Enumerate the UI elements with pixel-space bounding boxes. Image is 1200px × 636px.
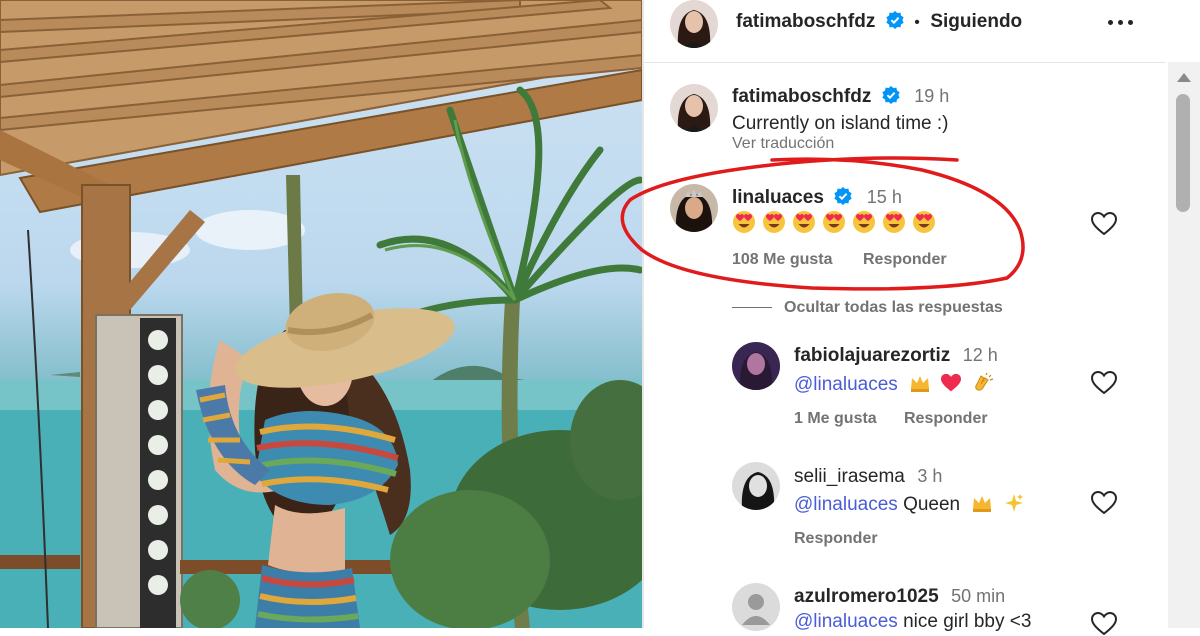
heart-eyes-emoji-icon	[733, 211, 755, 233]
reply-text: @linaluaces	[794, 372, 994, 396]
reply-text: @linaluaces nice girl bby <3	[794, 611, 1031, 633]
mention-link[interactable]: @linaluaces	[794, 374, 898, 395]
reply-button[interactable]: Responder	[863, 251, 947, 269]
comments-panel: fatimaboschfdz • Siguiendo fatimaboschfd…	[644, 0, 1166, 636]
heart-eyes-emoji-icon	[853, 211, 875, 233]
reply-header: azulromero1025 50 min	[794, 586, 1005, 608]
heart-eyes-emoji-icon	[793, 211, 815, 233]
sparkles-icon	[1004, 494, 1023, 512]
reply-time[interactable]: 12 h	[963, 345, 998, 365]
reply-header: fabiolajuarezortiz 12 h	[794, 345, 998, 367]
mention-link[interactable]: @linaluaces	[794, 611, 898, 632]
caption-username[interactable]: fatimaboschfdz	[732, 86, 871, 107]
reply-username[interactable]: fabiolajuarezortiz	[794, 345, 950, 366]
scrollbar-thumb[interactable]	[1176, 94, 1190, 212]
reply-text: @linaluaces Queen	[794, 492, 1025, 516]
header-author: fatimaboschfdz • Siguiendo	[736, 11, 1022, 33]
author-avatar[interactable]	[670, 0, 718, 48]
verified-badge-icon	[886, 11, 904, 29]
reply-avatar[interactable]	[732, 462, 780, 510]
like-heart-icon[interactable]	[1091, 371, 1117, 395]
translate-link[interactable]: Ver traducción	[732, 135, 834, 153]
header-separator: •	[914, 14, 920, 31]
heart-eyes-emoji-icon	[883, 211, 905, 233]
reply-body: Queen	[903, 494, 961, 515]
reply-likes[interactable]: 1 Me gusta	[794, 410, 877, 428]
heart-eyes-emoji-icon	[913, 211, 935, 233]
caption-text: Currently on island time :)	[732, 113, 949, 134]
more-options-icon[interactable]	[1106, 20, 1136, 26]
heart-eyes-emoji-icon	[823, 211, 845, 233]
reply-header: selii_irasema 3 h	[794, 466, 942, 488]
crown-icon	[911, 376, 930, 392]
default-avatar[interactable]	[732, 583, 780, 631]
reply-button[interactable]: Responder	[794, 530, 878, 548]
header-username[interactable]: fatimaboschfdz	[736, 11, 875, 32]
mention-link[interactable]: @linaluaces	[794, 494, 898, 515]
like-heart-icon[interactable]	[1091, 612, 1117, 636]
caption-avatar[interactable]	[670, 84, 718, 132]
comment-username[interactable]: linaluaces	[732, 187, 824, 208]
heart-eyes-emoji-icon	[763, 211, 785, 233]
caption-time[interactable]: 19 h	[914, 86, 949, 106]
follow-status[interactable]: Siguiendo	[930, 11, 1022, 32]
reply-time[interactable]: 3 h	[917, 466, 942, 486]
comment-time[interactable]: 15 h	[867, 187, 902, 207]
heart-icon	[941, 373, 962, 392]
scroll-up-arrow-icon[interactable]	[1177, 73, 1191, 82]
clapping-hands-icon	[974, 372, 993, 391]
reply-username[interactable]: selii_irasema	[794, 466, 905, 487]
comment-emoji-row	[732, 210, 942, 236]
reply-body: nice girl bby <3	[903, 611, 1032, 632]
post-header: fatimaboschfdz • Siguiendo	[644, 0, 1166, 63]
reply-time[interactable]: 50 min	[951, 586, 1005, 606]
like-heart-icon[interactable]	[1091, 491, 1117, 515]
post-image	[0, 0, 642, 628]
comment-likes[interactable]: 108 Me gusta	[732, 251, 832, 269]
comment-avatar[interactable]	[670, 184, 718, 232]
verified-badge-icon	[834, 187, 852, 205]
comment-header: linaluaces 15 h	[732, 187, 902, 209]
reply-username[interactable]: azulromero1025	[794, 586, 939, 607]
post-photo	[0, 0, 642, 628]
hide-replies-button[interactable]: Ocultar todas las respuestas	[784, 299, 1003, 317]
verified-badge-icon	[882, 86, 900, 104]
crown-icon	[973, 496, 992, 512]
caption-header: fatimaboschfdz 19 h	[732, 86, 949, 108]
reply-button[interactable]: Responder	[904, 410, 988, 428]
like-heart-icon[interactable]	[1091, 212, 1117, 236]
reply-avatar[interactable]	[732, 342, 780, 390]
replies-divider-line	[732, 307, 772, 308]
